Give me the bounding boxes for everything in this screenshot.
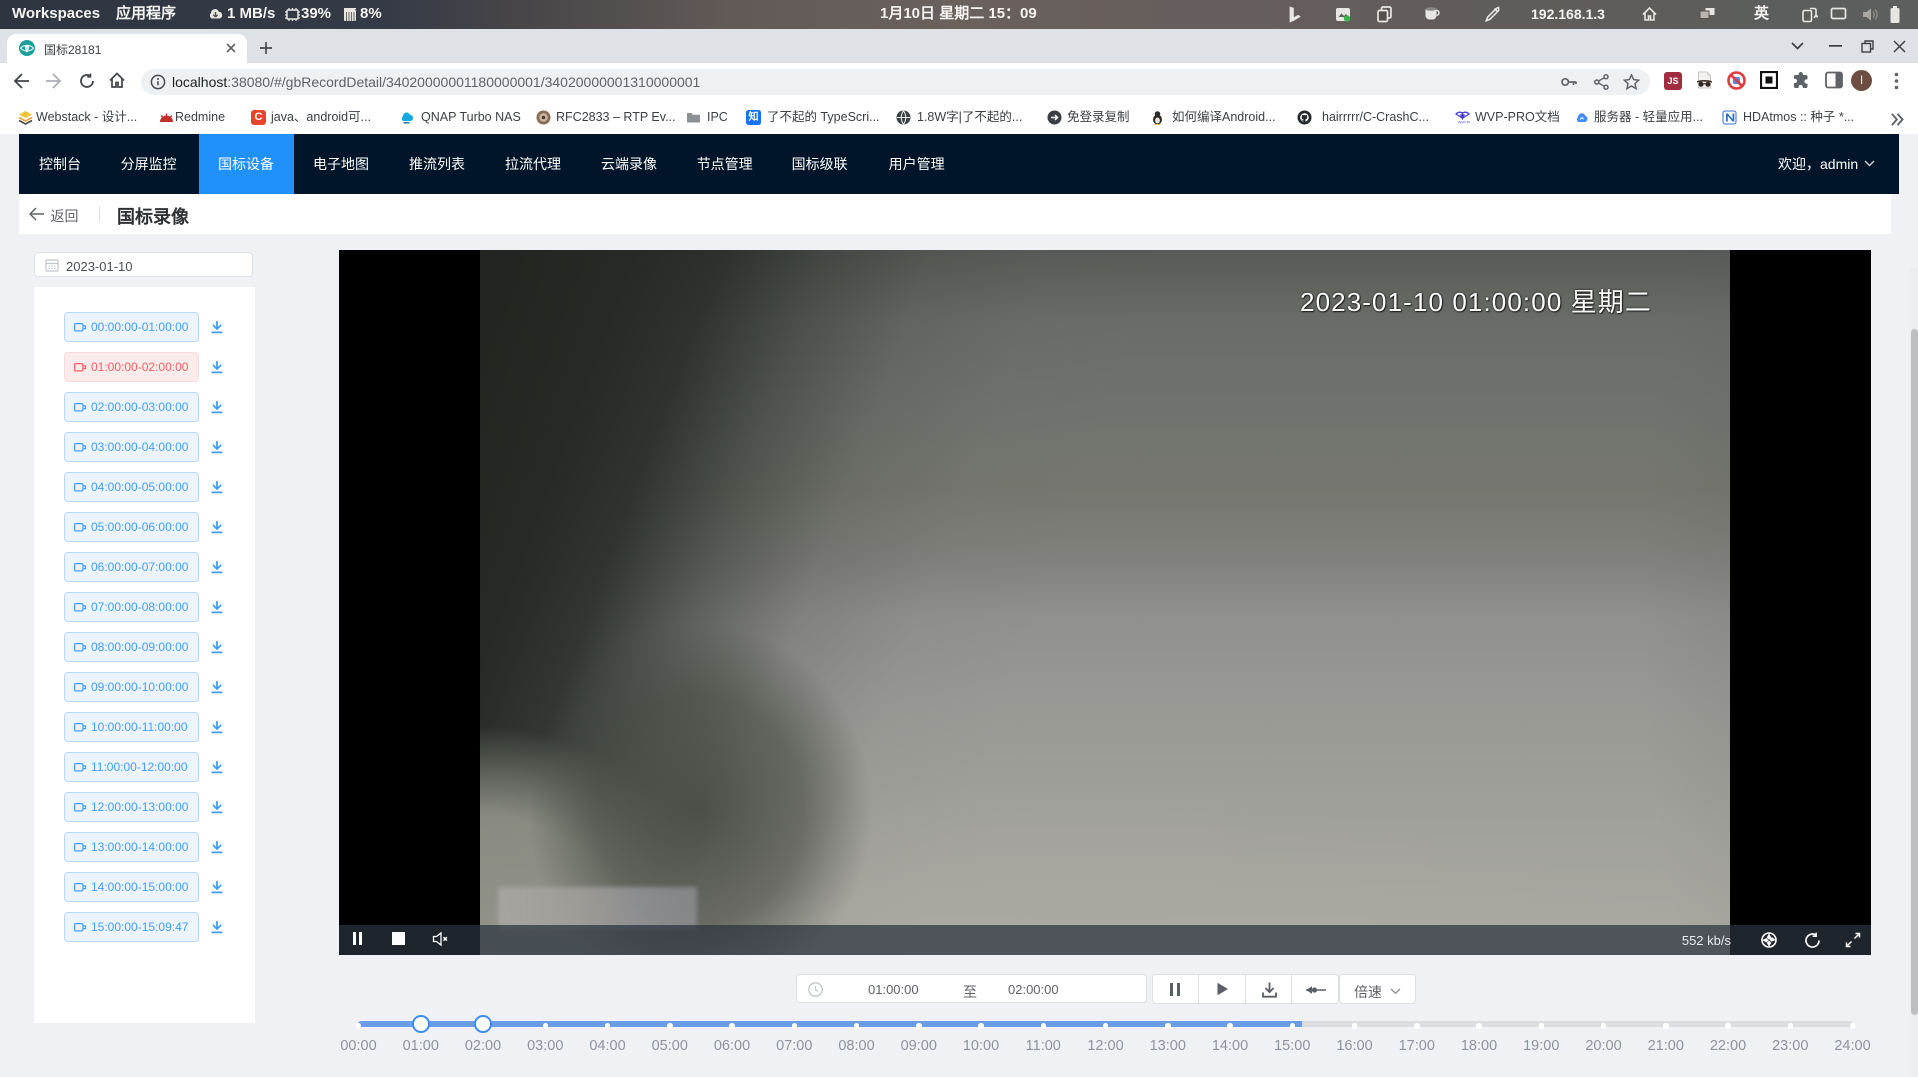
svg-text:WVP-PRO: WVP-PRO — [1458, 121, 1470, 125]
